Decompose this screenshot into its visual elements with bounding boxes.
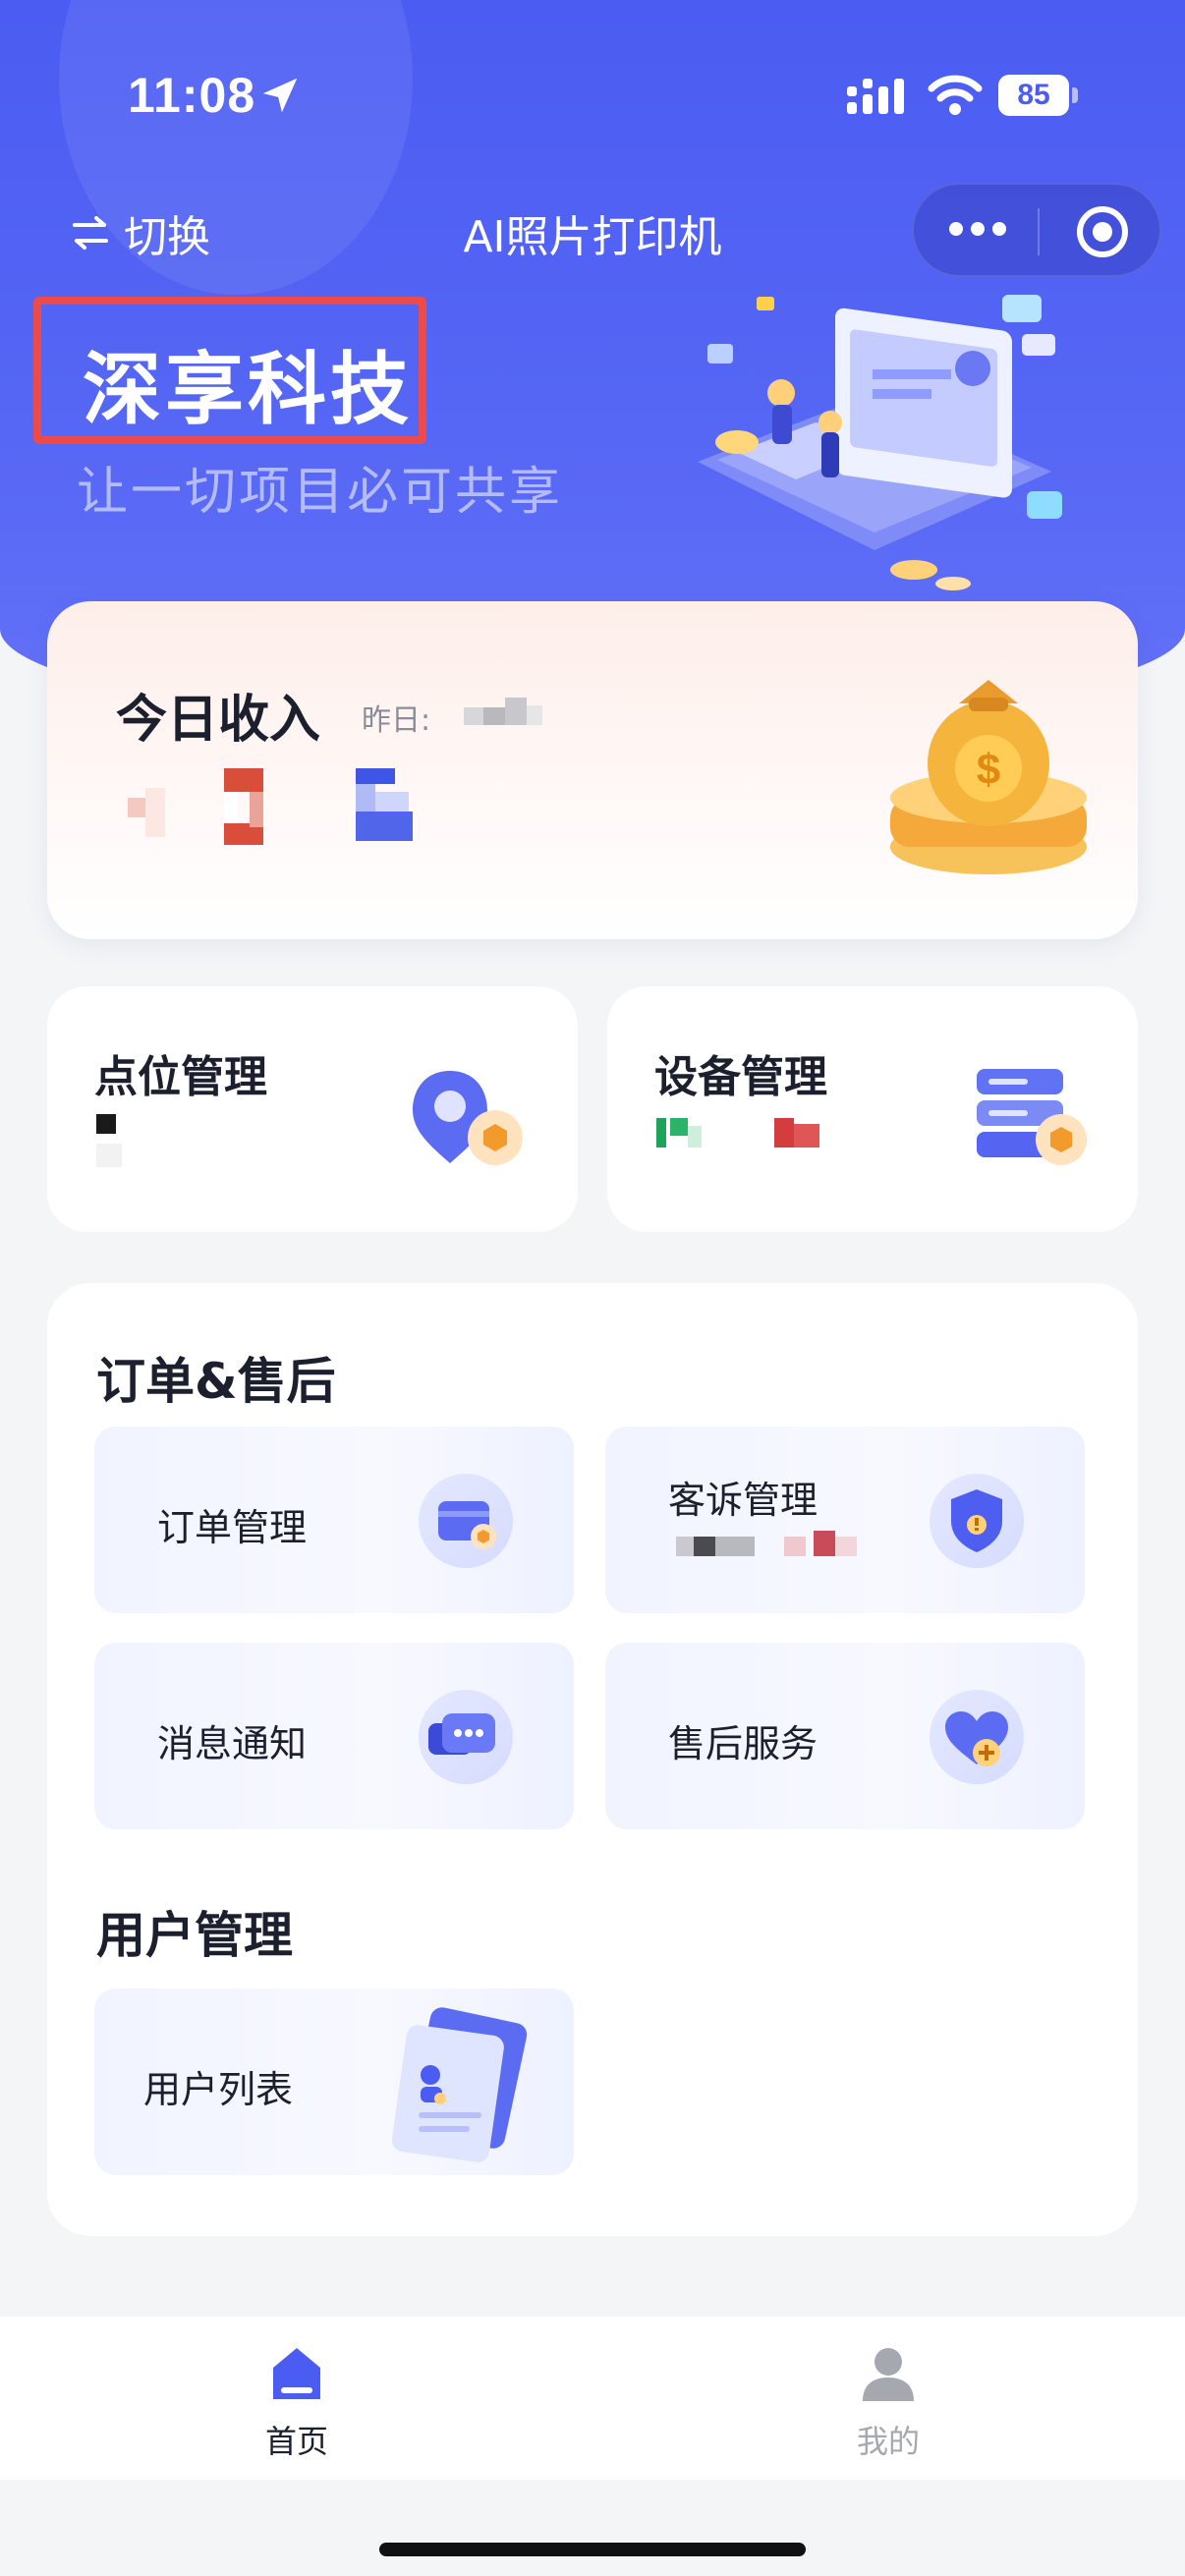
more-menu-button[interactable] [949, 222, 1006, 236]
svg-text:$: $ [977, 746, 1000, 794]
user-document-icon [391, 2007, 528, 2162]
tab-home-label: 首页 [264, 2423, 328, 2460]
user-management-title: 用户管理 [96, 1907, 293, 1964]
status-time: 11:08 [128, 68, 256, 123]
brand-slogan: 让一切项目必可共享 [77, 463, 564, 522]
battery-indicator: 85 [998, 75, 1078, 116]
battery-level: 85 [998, 75, 1069, 116]
tab-mine-label: 我的 [856, 2423, 920, 2460]
point-management-title: 点位管理 [94, 1052, 267, 1102]
complaint-shield-icon [930, 1474, 1024, 1568]
mini-program-capsule [912, 183, 1161, 277]
complaint-management-label: 客诉管理 [668, 1479, 818, 1522]
device-management-card[interactable]: 设备管理 [607, 986, 1138, 1232]
today-income-card[interactable]: 今日收入 昨日: $ [47, 601, 1138, 939]
heart-plus-icon [930, 1690, 1024, 1784]
user-list-label: 用户列表 [143, 2068, 294, 2111]
device-management-title: 设备管理 [654, 1052, 827, 1102]
order-management-label: 订单管理 [157, 1506, 308, 1549]
yesterday-value-redacted [464, 698, 552, 731]
home-indicator [379, 2543, 806, 2556]
yesterday-label: 昨日: [362, 703, 431, 738]
complaint-count-redacted [676, 1531, 873, 1560]
point-management-card[interactable]: 点位管理 [47, 986, 578, 1232]
user-list-tile[interactable]: 用户列表 [94, 1988, 574, 2175]
message-notification-label: 消息通知 [157, 1722, 308, 1765]
point-count-redacted [96, 1114, 155, 1173]
order-management-tile[interactable]: 订单管理 [94, 1427, 574, 1613]
capsule-divider [1038, 208, 1040, 255]
battery-tip [1072, 87, 1078, 103]
yesterday-income: 昨日: [362, 696, 430, 739]
brand-name: 深享科技 [83, 344, 413, 435]
after-sales-service-label: 售后服务 [668, 1722, 818, 1765]
cellular-signal-icon [847, 79, 904, 114]
complaint-management-tile[interactable]: 客诉管理 [605, 1427, 1085, 1613]
server-stack-icon [977, 1069, 1087, 1165]
location-pin-icon [413, 1071, 523, 1165]
tab-mine[interactable]: 我的 [790, 2344, 987, 2462]
location-arrow-icon [262, 78, 298, 113]
home-icon [273, 2348, 320, 2399]
orders-section-title: 订单&售后 [96, 1353, 336, 1410]
order-card-icon [419, 1474, 513, 1568]
close-target-button[interactable] [1077, 206, 1128, 257]
money-bag-icon: $ [890, 680, 1087, 874]
brand-highlight-box: 深享科技 [33, 297, 426, 444]
today-income-value-redacted [128, 768, 442, 847]
after-sales-service-tile[interactable]: 售后服务 [605, 1643, 1085, 1829]
message-chat-icon [419, 1690, 513, 1784]
office-illustration-icon [698, 295, 1062, 590]
tab-home[interactable]: 首页 [198, 2344, 395, 2462]
profile-icon [863, 2348, 914, 2401]
wifi-icon [928, 75, 983, 115]
status-bar: 11:08 85 [0, 0, 1185, 187]
device-count-redacted [656, 1118, 853, 1157]
orders-section-card: 订单&售后 订单管理 客诉管理 消息通知 售后服务 用户管理 用户列表 [47, 1283, 1138, 2236]
bottom-tab-bar: 首页 我的 [0, 2317, 1185, 2480]
message-notification-tile[interactable]: 消息通知 [94, 1643, 574, 1829]
today-income-title: 今日收入 [116, 691, 321, 750]
